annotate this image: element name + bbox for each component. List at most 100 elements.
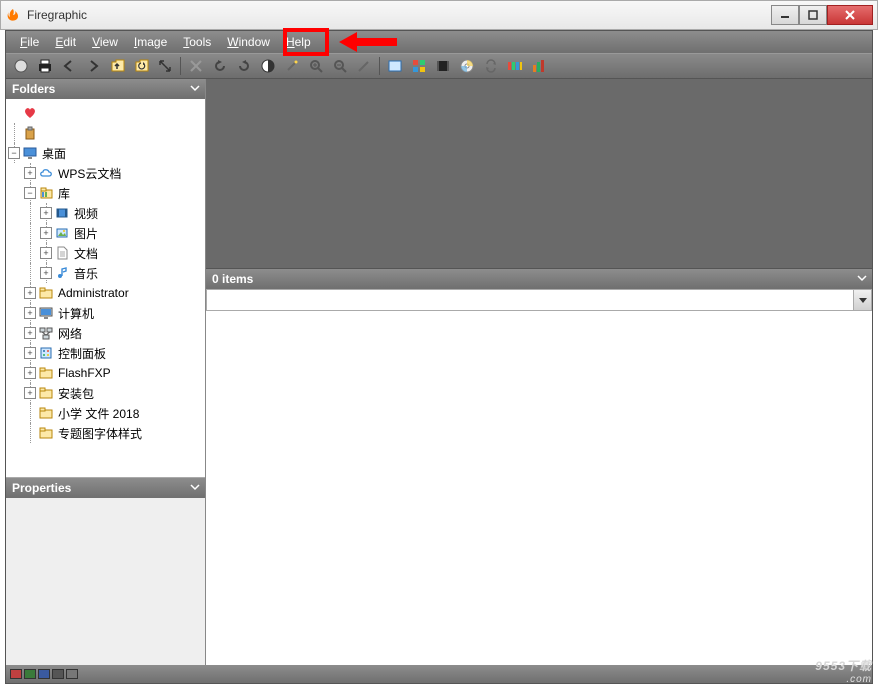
tree-school[interactable]: 小学 文件 2018 (6, 403, 205, 423)
expander-icon[interactable]: + (24, 387, 36, 399)
up-icon[interactable] (106, 55, 128, 77)
delete-icon[interactable] (185, 55, 207, 77)
music-icon (54, 265, 70, 281)
menu-image[interactable]: Image (126, 32, 175, 52)
rotate-right-icon[interactable] (233, 55, 255, 77)
tree-favorites[interactable] (6, 103, 205, 123)
control-panel-icon (38, 345, 54, 361)
folders-panel-header: Folders (6, 79, 205, 99)
expander-icon[interactable]: + (40, 227, 52, 239)
tree-video[interactable]: + 视频 (6, 203, 205, 223)
menu-edit[interactable]: Edit (47, 32, 84, 52)
print-icon[interactable] (34, 55, 56, 77)
tree-clipboard[interactable] (6, 123, 205, 143)
picture-icon (54, 225, 70, 241)
expander-icon[interactable]: + (24, 307, 36, 319)
tree-administrator[interactable]: + Administrator (6, 283, 205, 303)
file-list[interactable] (206, 311, 872, 665)
tree-library[interactable]: − 库 (6, 183, 205, 203)
status-swatch[interactable] (66, 669, 78, 679)
expander-icon[interactable]: − (8, 147, 20, 159)
tree-flashfxp[interactable]: + FlashFXP (6, 363, 205, 383)
properties-panel-header: Properties (6, 478, 205, 498)
rotate-left-icon[interactable] (209, 55, 231, 77)
tree-control-panel[interactable]: + 控制面板 (6, 343, 205, 363)
menu-window[interactable]: Window (219, 32, 278, 52)
sync-icon[interactable] (480, 55, 502, 77)
status-swatch[interactable] (52, 669, 64, 679)
expander-icon[interactable]: − (24, 187, 36, 199)
path-input[interactable] (207, 290, 853, 310)
panel-collapse-icon[interactable] (189, 481, 201, 493)
items-count-label: 0 items (212, 272, 253, 286)
disc-icon[interactable] (456, 55, 478, 77)
menu-tools[interactable]: Tools (175, 32, 219, 52)
edit-icon[interactable] (353, 55, 375, 77)
refresh-icon[interactable] (130, 55, 152, 77)
path-combo[interactable] (206, 289, 872, 311)
titlebar: Firegraphic (0, 0, 878, 30)
tree-pictures[interactable]: + 图片 (6, 223, 205, 243)
film-icon (54, 205, 70, 221)
tree-fontstyle[interactable]: 专题图字体样式 (6, 423, 205, 443)
app-frame: File Edit View Image Tools Window Help (5, 30, 873, 684)
tree-computer[interactable]: + 计算机 (6, 303, 205, 323)
contrast-icon[interactable] (257, 55, 279, 77)
properties-body (6, 498, 205, 665)
dropdown-icon[interactable] (853, 290, 871, 310)
status-swatch[interactable] (24, 669, 36, 679)
expander-icon[interactable]: + (40, 207, 52, 219)
tree-install[interactable]: + 安装包 (6, 383, 205, 403)
computer-icon (38, 305, 54, 321)
expander-icon[interactable]: + (24, 287, 36, 299)
menu-file[interactable]: File (12, 32, 47, 52)
heart-icon (22, 105, 38, 121)
folder-icon (38, 385, 54, 401)
app-icon (5, 7, 21, 23)
close-button[interactable] (827, 5, 873, 25)
filmstrip-icon[interactable] (432, 55, 454, 77)
forward-icon[interactable] (82, 55, 104, 77)
maximize-button[interactable] (799, 5, 827, 25)
tree-wps[interactable]: + WPS云文档 (6, 163, 205, 183)
annotation-arrow-icon (339, 30, 399, 54)
zoom-out-icon[interactable] (329, 55, 351, 77)
bars-icon[interactable] (528, 55, 550, 77)
folders-panel-title: Folders (12, 82, 55, 96)
color-swatches-icon[interactable] (408, 55, 430, 77)
tree-desktop[interactable]: − 桌面 (6, 143, 205, 163)
expander-icon[interactable]: + (24, 347, 36, 359)
fullscreen-icon[interactable] (384, 55, 406, 77)
expander-icon[interactable]: + (24, 367, 36, 379)
folder-tree[interactable]: − 桌面 + WPS云文档 (6, 99, 205, 477)
toolbar-separator (379, 57, 380, 75)
palette-icon[interactable] (504, 55, 526, 77)
status-swatch[interactable] (38, 669, 50, 679)
network-icon (38, 325, 54, 341)
library-icon (38, 185, 54, 201)
back-icon[interactable] (58, 55, 80, 77)
minimize-button[interactable] (771, 5, 799, 25)
user-folder-icon (38, 285, 54, 301)
toolbar (6, 53, 872, 79)
tree-music[interactable]: + 音乐 (6, 263, 205, 283)
toolbar-separator (180, 57, 181, 75)
items-header: 0 items (206, 269, 872, 289)
tree-network[interactable]: + 网络 (6, 323, 205, 343)
menu-view[interactable]: View (84, 32, 126, 52)
tree-documents[interactable]: + 文档 (6, 243, 205, 263)
expander-icon[interactable]: + (24, 327, 36, 339)
folder-icon (38, 365, 54, 381)
expander-icon[interactable]: + (24, 167, 36, 179)
zoom-in-icon[interactable] (305, 55, 327, 77)
status-swatch[interactable] (10, 669, 22, 679)
menu-help[interactable]: Help (278, 32, 319, 52)
wand-icon[interactable] (281, 55, 303, 77)
expander-icon[interactable]: + (40, 247, 52, 259)
panel-collapse-icon[interactable] (189, 82, 201, 94)
expander-icon[interactable]: + (40, 267, 52, 279)
panel-collapse-icon[interactable] (856, 272, 868, 284)
statusbar (6, 665, 872, 683)
collapse-move-icon[interactable] (154, 55, 176, 77)
acquire-icon[interactable] (10, 55, 32, 77)
